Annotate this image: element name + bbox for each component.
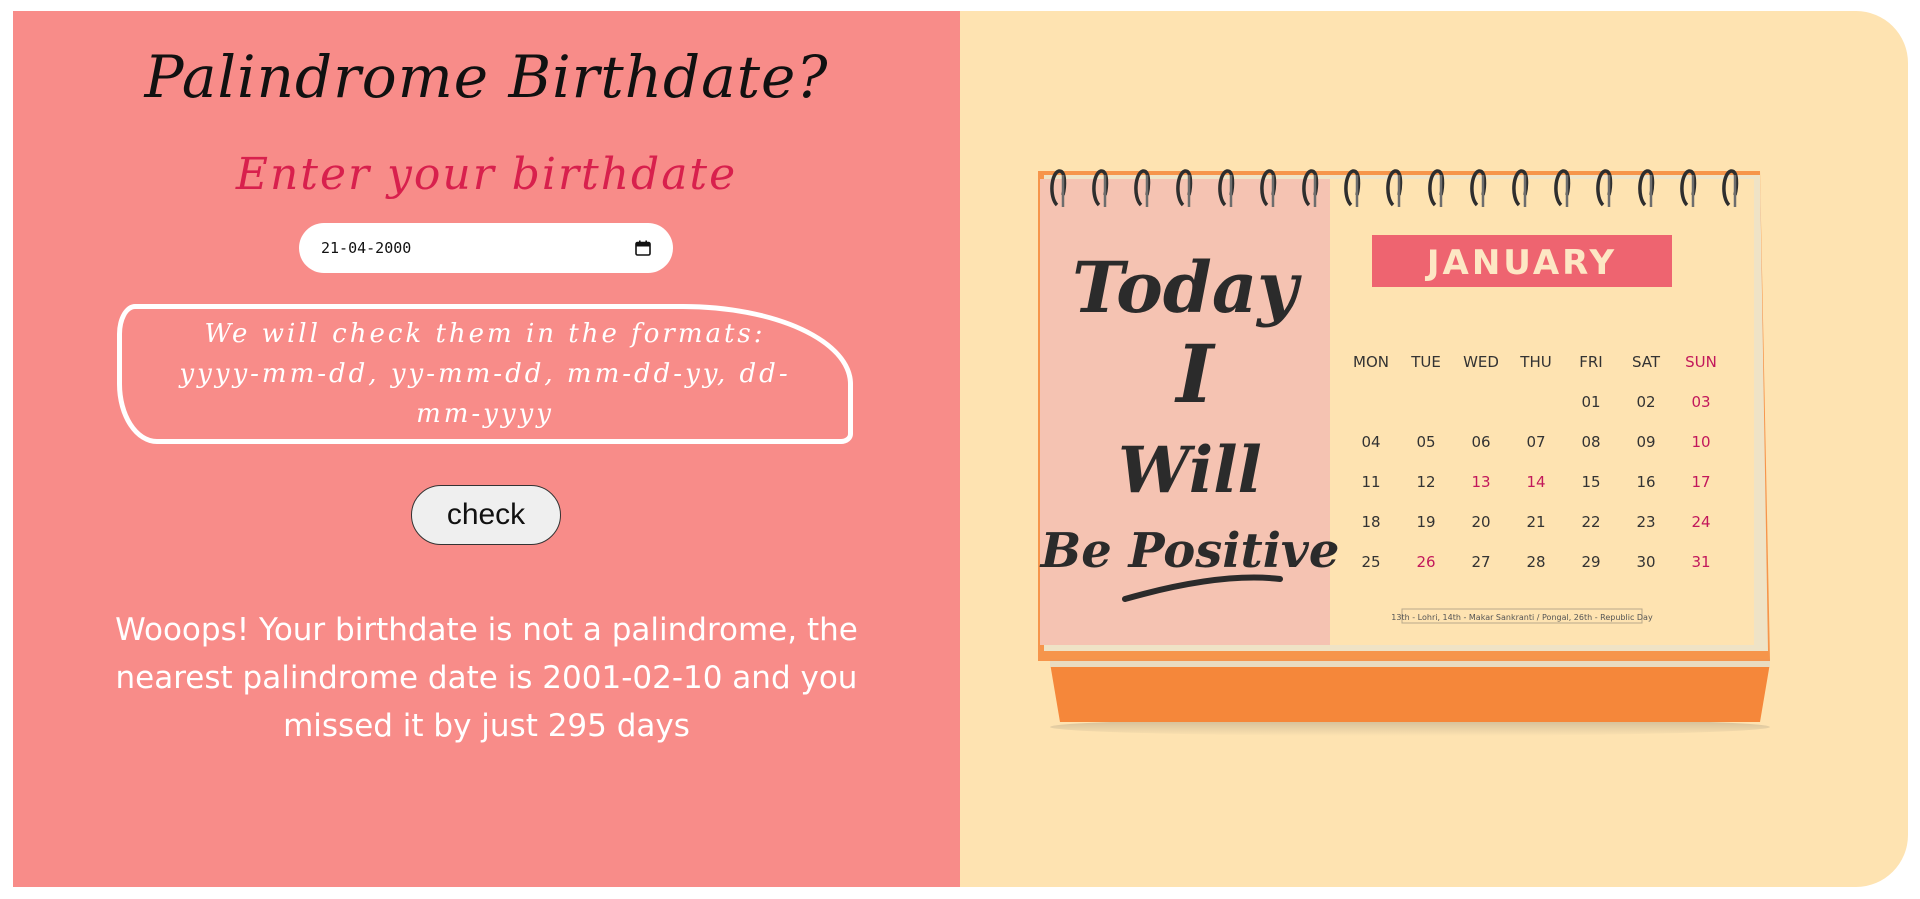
calendar-day: 01 [1581, 393, 1600, 411]
month-name: JANUARY [1425, 243, 1617, 283]
quote-line-4: Be Positive [1039, 523, 1340, 579]
calendar-day: 29 [1581, 553, 1600, 571]
formats-note: We will check them in the formats: yyyy-… [179, 319, 791, 429]
birthdate-input[interactable]: 21-04-2000 [299, 223, 673, 273]
calendar-day: 27 [1471, 553, 1490, 571]
quote-line-3: Will [1118, 433, 1262, 508]
result-message: Wooops! Your birthdate is not a palindro… [115, 612, 858, 744]
check-button[interactable]: check [411, 485, 561, 545]
calendar-day: 05 [1416, 433, 1435, 451]
weekday-label: WED [1463, 353, 1499, 371]
quote-line-2: I [1174, 327, 1216, 421]
calendar-day: 19 [1416, 513, 1435, 531]
calendar-day: 14 [1526, 473, 1545, 491]
calendar-day: 04 [1361, 433, 1380, 451]
calendar-day: 23 [1636, 513, 1655, 531]
formats-note-box: We will check them in the formats: yyyy-… [117, 304, 853, 444]
weekday-label: FRI [1579, 353, 1602, 371]
calendar-day: 03 [1691, 393, 1710, 411]
quote-line-1: Today [1072, 246, 1302, 329]
calendar-base [1050, 663, 1770, 722]
calendar-day: 10 [1691, 433, 1710, 451]
calendar-day: 13 [1471, 473, 1490, 491]
birthdate-value[interactable]: 21-04-2000 [321, 239, 635, 257]
illustration-panel: Today I Will Be Positive JANUARY MON TUE W… [960, 11, 1908, 887]
calendar-day: 17 [1691, 473, 1710, 491]
calendar-day: 09 [1636, 433, 1655, 451]
calendar-day: 18 [1361, 513, 1380, 531]
weekday-label: TUE [1410, 353, 1441, 371]
calendar-day: 08 [1581, 433, 1600, 451]
calendar-day: 15 [1581, 473, 1600, 491]
calendar-day: 16 [1636, 473, 1655, 491]
calendar-day: 21 [1526, 513, 1545, 531]
weekday-label: SUN [1685, 353, 1717, 371]
calendar-day: 22 [1581, 513, 1600, 531]
calendar-day: 28 [1526, 553, 1545, 571]
calendar-picker-icon[interactable] [635, 240, 651, 256]
weekday-label: MON [1353, 353, 1389, 371]
weekday-label: SAT [1632, 353, 1661, 371]
desk-calendar-illustration: Today I Will Be Positive JANUARY MON TUE W… [1038, 169, 1770, 736]
calendar-day: 31 [1691, 553, 1710, 571]
form-panel: Palindrome Birthdate? Enter your birthda… [13, 11, 960, 887]
calendar-day: 07 [1526, 433, 1545, 451]
calendar-day: 06 [1471, 433, 1490, 451]
calendar-day: 26 [1416, 553, 1435, 571]
birthdate-prompt: Enter your birthdate [235, 149, 738, 200]
calendar-day: 02 [1636, 393, 1655, 411]
calendar-day: 20 [1471, 513, 1490, 531]
weekday-label: THU [1519, 353, 1551, 371]
calendar-day: 12 [1416, 473, 1435, 491]
calendar-day: 24 [1691, 513, 1710, 531]
calendar-day: 11 [1361, 473, 1380, 491]
calendar-day: 25 [1361, 553, 1380, 571]
calendar-day: 30 [1636, 553, 1655, 571]
holidays-note: 13th - Lohri, 14th - Makar Sankranti / P… [1391, 613, 1653, 622]
app-frame: Palindrome Birthdate? Enter your birthda… [13, 11, 1908, 887]
page-title: Palindrome Birthdate? [144, 43, 829, 111]
